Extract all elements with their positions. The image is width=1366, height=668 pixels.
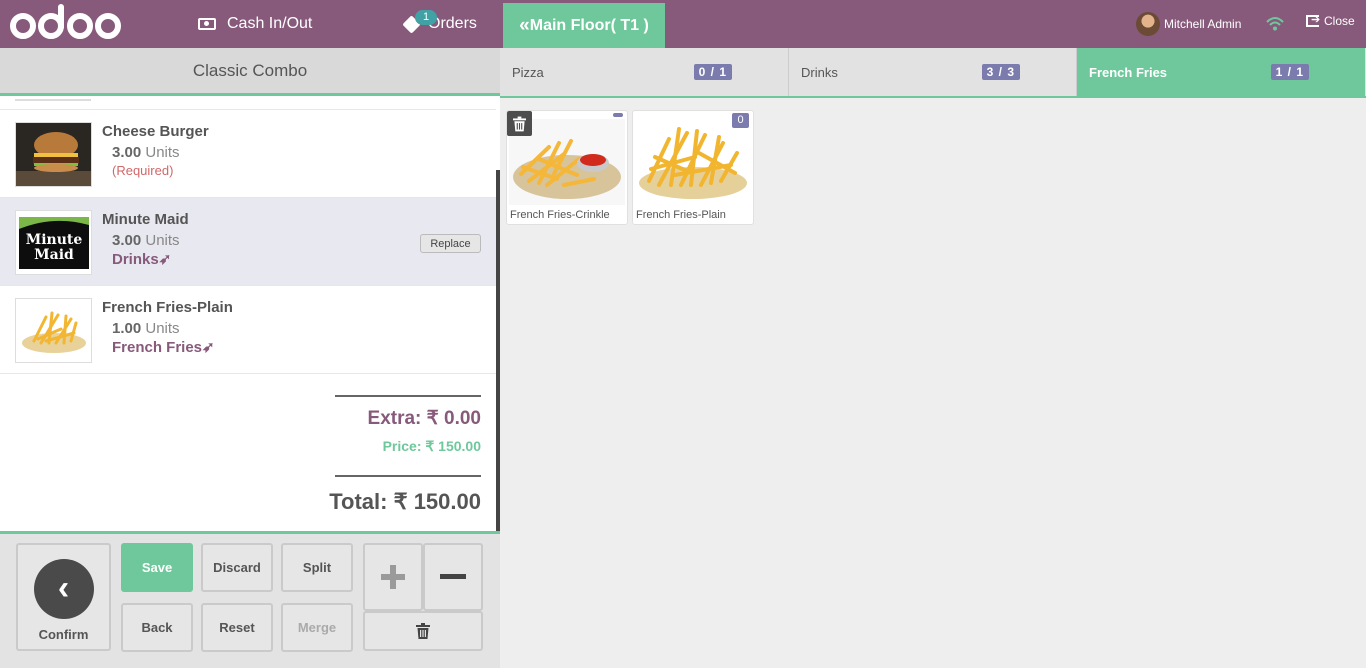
svg-text:Minute: Minute xyxy=(26,232,83,248)
tab-count-badge: 0 / 1 xyxy=(693,64,732,80)
user-name: Mitchell Admin xyxy=(1164,17,1242,31)
split-button[interactable]: Split xyxy=(281,543,353,592)
line-unit: Units xyxy=(145,320,180,337)
location-arrow-icon: ➶ xyxy=(202,339,215,356)
scrollbar[interactable] xyxy=(496,170,500,532)
line-category: French Fries xyxy=(112,339,203,356)
tab-label: French Fries xyxy=(1089,64,1168,80)
tab-label: Pizza xyxy=(512,64,544,80)
total-amount: Total: ₹ 150.00 xyxy=(329,489,481,514)
trash-icon xyxy=(416,623,430,639)
cash-in-out-label: Cash In/Out xyxy=(227,15,313,32)
combo-lines[interactable]: Cheese Burger 3.00 Units (Required) Minu… xyxy=(0,99,496,374)
line-category-link[interactable]: French Fries➶ xyxy=(112,338,215,356)
line-unit: Units xyxy=(145,232,180,249)
tab-count-badge: 3 / 3 xyxy=(981,64,1020,80)
trash-icon xyxy=(513,116,526,131)
line-quantity: 1.00 Units xyxy=(112,320,180,337)
combo-title: Classic Combo xyxy=(0,48,500,96)
combo-totals: Extra: ₹ 0.00 Price: ₹ 150.00 Total: ₹ 1… xyxy=(0,382,496,532)
merge-button[interactable]: Merge xyxy=(281,603,353,652)
cash-in-out-button[interactable]: Cash In/Out xyxy=(198,0,312,48)
minute-maid-image: Minute Maid xyxy=(15,210,92,275)
floor-label: Main Floor( T1 ) xyxy=(529,16,649,34)
selected-indicator xyxy=(613,113,623,117)
plus-icon xyxy=(381,565,405,589)
avatar xyxy=(1136,12,1160,36)
line-quantity: 3.00 Units xyxy=(112,144,180,161)
product-card-french-fries-crinkle[interactable]: French Fries-Crinkle xyxy=(506,110,628,225)
category-tabs: Pizza 0 / 1 Drinks 3 / 3 French Fries 1 … xyxy=(500,48,1366,98)
odoo-logo[interactable] xyxy=(10,4,122,44)
sign-out-icon xyxy=(1306,13,1320,27)
combo-line-cheese-burger[interactable]: Cheese Burger 3.00 Units (Required) xyxy=(0,110,496,198)
line-qty-value: 3.00 xyxy=(112,144,142,161)
cheese-burger-image xyxy=(15,122,92,187)
orders-button[interactable]: Orders xyxy=(402,0,477,48)
svg-text:Maid: Maid xyxy=(34,247,74,263)
list-item[interactable] xyxy=(0,99,496,110)
discard-button[interactable]: Discard xyxy=(201,543,273,592)
save-button[interactable]: Save xyxy=(121,543,193,592)
line-category-link[interactable]: Drinks➶ xyxy=(112,250,171,268)
chevron-left-icon: ‹ xyxy=(33,558,94,619)
main-floor-button[interactable]: « Main Floor( T1 ) xyxy=(503,3,665,48)
line-qty-value: 3.00 xyxy=(112,232,142,249)
combo-panel: Classic Combo Cheese Burger 3.00 Units (… xyxy=(0,48,500,668)
extra-amount: Extra: ₹ 0.00 xyxy=(367,408,481,429)
location-arrow-icon: ➶ xyxy=(158,251,172,268)
increase-quantity-button[interactable] xyxy=(363,543,423,611)
combo-line-minute-maid[interactable]: Minute Maid Minute Maid 3.00 Units Drink… xyxy=(0,198,496,286)
tab-drinks[interactable]: Drinks 3 / 3 xyxy=(789,48,1077,96)
remove-product-button[interactable] xyxy=(507,111,532,136)
control-buttons: ‹ Confirm Save Discard Split Back Reset … xyxy=(0,531,500,668)
orders-count-badge: 1 xyxy=(415,10,437,25)
confirm-button[interactable]: ‹ Confirm xyxy=(16,543,111,651)
line-category: Drinks xyxy=(112,251,159,268)
line-name: Minute Maid xyxy=(102,211,189,228)
price-amount: Price: ₹ 150.00 xyxy=(382,438,481,454)
close-label: Close xyxy=(1324,14,1355,28)
decrease-quantity-button[interactable] xyxy=(423,543,483,611)
replace-button[interactable]: Replace xyxy=(420,234,481,253)
minus-icon xyxy=(440,574,466,579)
tab-pizza[interactable]: Pizza 0 / 1 xyxy=(500,48,789,96)
french-fries-plain-image xyxy=(635,119,751,205)
wifi-icon[interactable] xyxy=(1265,14,1285,34)
product-name: French Fries-Crinkle xyxy=(510,209,610,221)
divider xyxy=(335,395,481,397)
confirm-label: Confirm xyxy=(38,626,89,642)
tab-french-fries[interactable]: French Fries 1 / 1 xyxy=(1077,48,1365,96)
divider xyxy=(335,475,481,477)
product-name: French Fries-Plain xyxy=(636,209,726,221)
french-fries-image xyxy=(15,298,92,363)
back-button[interactable]: Back xyxy=(121,603,193,652)
tab-count-badge: 1 / 1 xyxy=(1270,64,1309,80)
product-qty-badge: 0 xyxy=(732,113,749,128)
line-unit: Units xyxy=(145,144,180,161)
product-card-french-fries-plain[interactable]: 0 French Fries-Plain xyxy=(632,110,754,225)
money-icon xyxy=(198,18,216,30)
close-button[interactable]: Close xyxy=(1306,13,1355,28)
combo-line-french-fries-plain[interactable]: French Fries-Plain 1.00 Units French Fri… xyxy=(0,286,496,374)
line-name: French Fries-Plain xyxy=(102,299,233,316)
required-note: (Required) xyxy=(112,163,174,178)
reset-button[interactable]: Reset xyxy=(201,603,273,652)
line-qty-value: 1.00 xyxy=(112,320,142,337)
delete-line-button[interactable] xyxy=(363,611,483,651)
double-chevron-left-icon: « xyxy=(519,14,529,36)
user-menu[interactable]: Mitchell Admin xyxy=(1136,12,1241,36)
line-quantity: 3.00 Units xyxy=(112,232,180,249)
tab-label: Drinks xyxy=(801,64,838,80)
line-name: Cheese Burger xyxy=(102,123,209,140)
top-bar: Cash In/Out Orders 1 « Main Floor( T1 ) … xyxy=(0,0,1366,48)
